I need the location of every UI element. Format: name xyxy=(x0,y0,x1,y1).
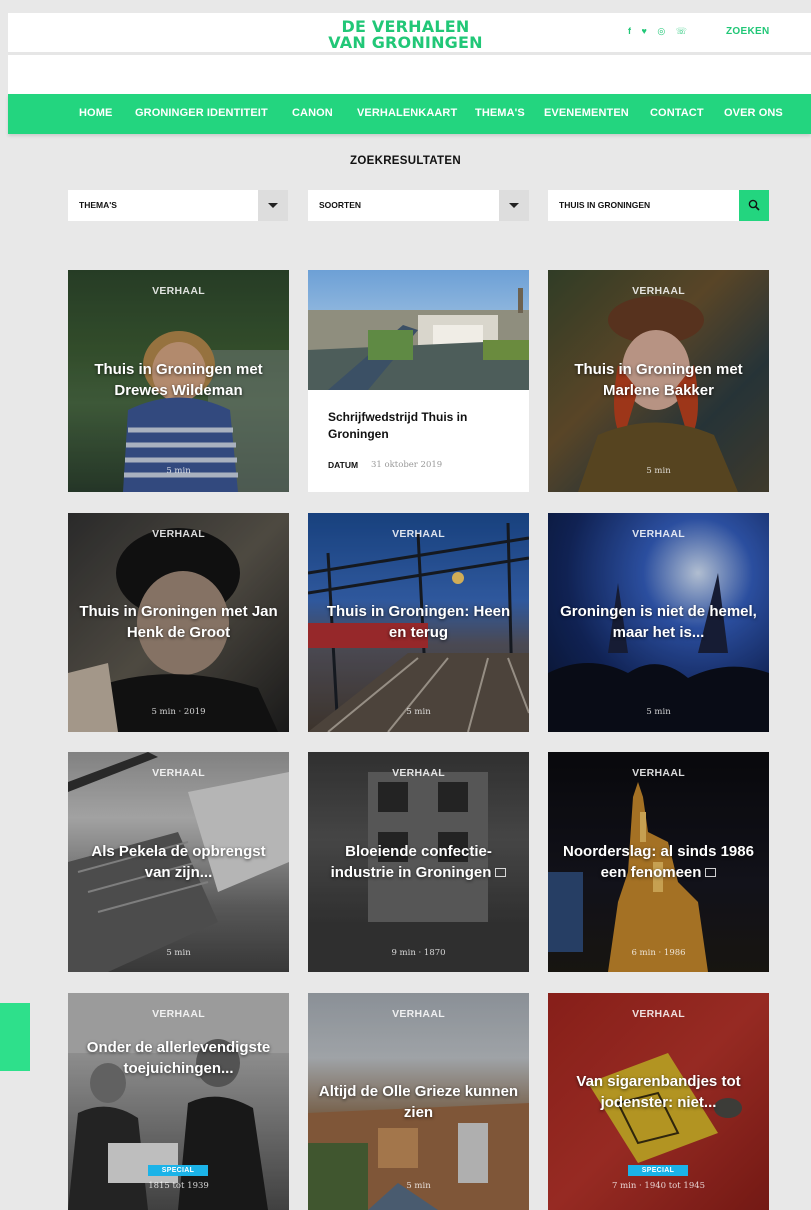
card-title: Onder de allerlevendigste toejuichingen.… xyxy=(86,1039,271,1077)
search-link[interactable]: ZOEKEN xyxy=(726,26,769,37)
card-title: Bloeiende confectie-industrie in Groning… xyxy=(318,841,519,883)
card-type: VERHAAL xyxy=(152,528,205,540)
themes-dropdown-label: THEMA'S xyxy=(79,200,117,210)
types-dropdown[interactable]: SOORTEN xyxy=(308,190,529,221)
main-nav: HOME GRONINGER IDENTITEIT CANON VERHALEN… xyxy=(8,94,811,134)
chevron-down-icon[interactable] xyxy=(499,190,529,221)
story-card[interactable]: VERHAAL Als Pekela de opbrengst van zijn… xyxy=(68,752,289,972)
special-badge: SPECIAL xyxy=(148,1165,208,1176)
card-type: VERHAAL xyxy=(152,285,205,297)
film-icon xyxy=(705,868,717,877)
card-meta: 5 min xyxy=(166,948,191,958)
card-meta: 1815 tot 1939 xyxy=(148,1181,209,1191)
card-meta: 5 min xyxy=(646,707,671,717)
card-type: VERHAAL xyxy=(152,767,205,779)
story-card[interactable]: VERHAAL Thuis in Groningen: Heen en teru… xyxy=(308,513,529,732)
event-date-label: DATUM xyxy=(328,460,359,470)
themes-dropdown[interactable]: THEMA'S xyxy=(68,190,288,221)
card-type: VERHAAL xyxy=(632,767,685,779)
header-divider xyxy=(8,52,811,55)
event-title: Schrijfwedstrijd Thuis in Groningen xyxy=(328,410,468,441)
nav-item-evenementen[interactable]: EVENEMENTEN xyxy=(544,107,629,119)
story-card[interactable]: VERHAAL Altijd de Olle Grieze kunnen zie… xyxy=(308,993,529,1210)
card-meta: 5 min xyxy=(406,1181,431,1191)
nav-item-contact[interactable]: CONTACT xyxy=(650,107,704,119)
nav-item-groninger-identiteit[interactable]: GRONINGER IDENTITEIT xyxy=(135,107,268,119)
nav-item-over-ons[interactable]: OVER ONS xyxy=(724,107,783,119)
nav-item-themas[interactable]: THEMA'S xyxy=(475,107,525,119)
story-card[interactable]: VERHAAL Van sigarenbandjes tot jodenster… xyxy=(548,993,769,1210)
card-type: VERHAAL xyxy=(632,1008,685,1020)
story-card[interactable]: VERHAAL Bloeiende confectie-industrie in… xyxy=(308,752,529,972)
card-title: Als Pekela de opbrengst van zijn... xyxy=(91,843,266,881)
search-icon xyxy=(748,199,760,211)
search-input-value: THUIS IN GRONINGEN xyxy=(559,200,651,210)
social-icons[interactable]: f ♥ ◎ ☏ xyxy=(628,26,691,37)
card-type: VERHAAL xyxy=(152,1008,205,1020)
card-meta: 5 min · 2019 xyxy=(151,707,206,717)
chevron-down-icon[interactable] xyxy=(258,190,288,221)
story-card[interactable]: VERHAAL Noorderslag: al sinds 1986 een f… xyxy=(548,752,769,972)
card-title: Thuis in Groningen: Heen en terug xyxy=(326,603,511,641)
film-icon xyxy=(495,868,507,877)
types-dropdown-label: SOORTEN xyxy=(319,200,362,210)
card-title: Van sigarenbandjes tot jodenster: niet..… xyxy=(576,1073,741,1111)
event-image xyxy=(308,270,529,390)
card-meta: 5 min xyxy=(406,707,431,717)
card-type: VERHAAL xyxy=(632,285,685,297)
side-tab-button[interactable] xyxy=(0,1003,30,1071)
story-card[interactable]: VERHAAL Thuis in Groningen met Marlene B… xyxy=(548,270,769,492)
card-title: Groningen is niet de hemel, maar het is.… xyxy=(560,603,757,641)
story-card[interactable]: VERHAAL Thuis in Groningen met Jan Henk … xyxy=(68,513,289,732)
story-card[interactable]: VERHAAL Onder de allerlevendigste toejui… xyxy=(68,993,289,1210)
logo-line-2: VAN GRONINGEN xyxy=(328,33,483,52)
card-overlay xyxy=(68,993,289,1210)
card-meta: 5 min xyxy=(166,466,191,476)
card-meta: 7 min · 1940 tot 1945 xyxy=(611,1181,706,1191)
card-meta: 5 min xyxy=(646,466,671,476)
card-type: VERHAAL xyxy=(392,528,445,540)
card-title: Noorderslag: al sinds 1986 een fenomeen xyxy=(563,843,754,881)
card-meta: 6 min · 1986 xyxy=(631,948,686,958)
story-card[interactable]: VERHAAL Groningen is niet de hemel, maar… xyxy=(548,513,769,732)
card-type: VERHAAL xyxy=(392,1008,445,1020)
special-badge: SPECIAL xyxy=(628,1165,688,1176)
search-input[interactable]: THUIS IN GRONINGEN xyxy=(548,190,769,221)
card-meta: 9 min · 1870 xyxy=(391,948,446,958)
event-card[interactable]: Schrijfwedstrijd Thuis in Groningen DATU… xyxy=(308,270,529,492)
nav-item-verhalenkaart[interactable]: VERHALENKAART xyxy=(357,107,457,119)
card-type: VERHAAL xyxy=(392,767,445,779)
story-card[interactable]: VERHAAL Thuis in Groningen met Drewes Wi… xyxy=(68,270,289,492)
card-title: Thuis in Groningen met Drewes Wildeman xyxy=(94,361,263,399)
card-title: Altijd de Olle Grieze kunnen zien xyxy=(318,1083,519,1121)
page-title: ZOEKRESULTATEN xyxy=(350,155,461,167)
nav-item-canon[interactable]: CANON xyxy=(292,107,333,119)
card-type: VERHAAL xyxy=(632,528,685,540)
nav-item-home[interactable]: HOME xyxy=(79,107,112,119)
search-button[interactable] xyxy=(739,190,769,221)
card-title: Thuis in Groningen met Jan Henk de Groot xyxy=(79,603,278,641)
card-title: Thuis in Groningen met Marlene Bakker xyxy=(574,361,743,399)
event-date: 31 oktober 2019 xyxy=(371,460,443,470)
